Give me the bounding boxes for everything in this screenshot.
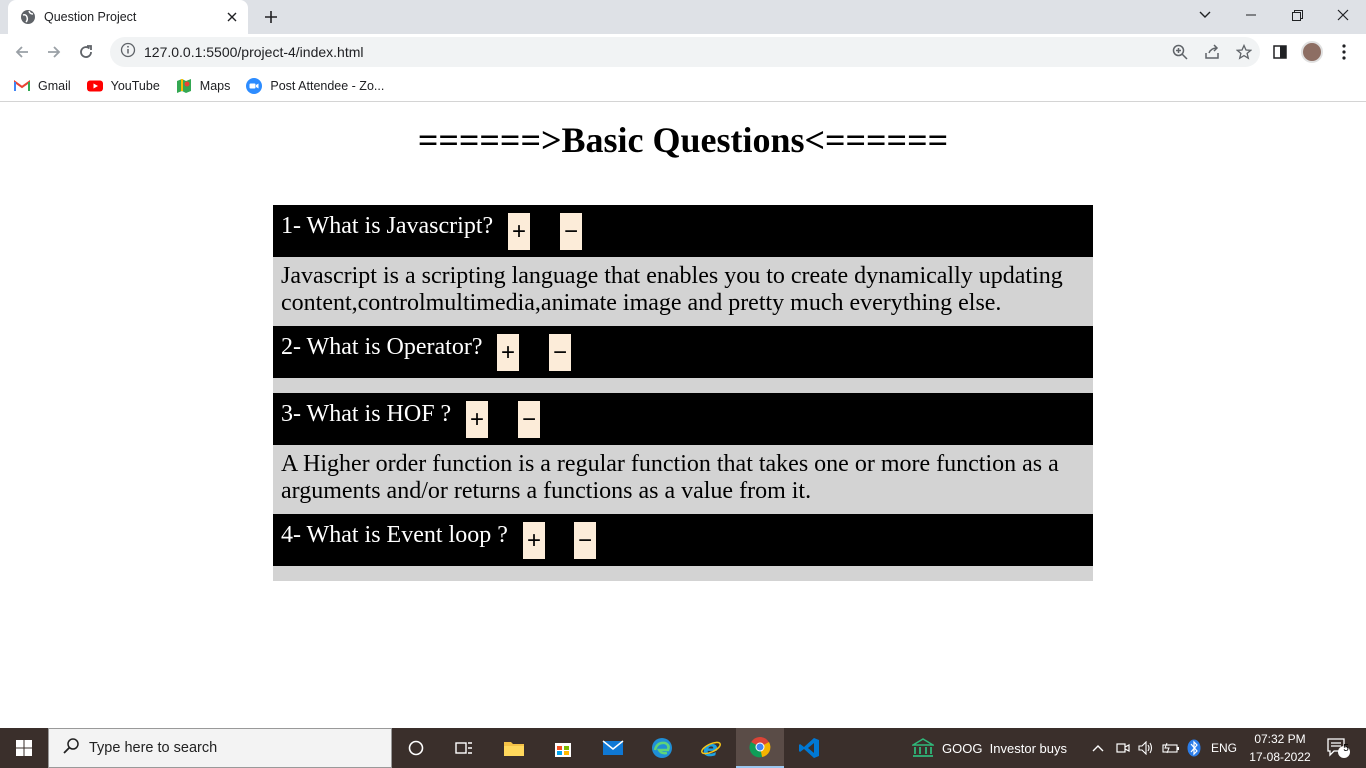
expand-plus-button[interactable]: + (508, 213, 530, 250)
tab-search-icon[interactable] (1182, 0, 1228, 30)
minimize-icon[interactable] (1228, 0, 1274, 30)
notification-center-icon[interactable]: 5 (1318, 728, 1358, 768)
bookmark-zoom[interactable]: Post Attendee - Zo... (246, 77, 385, 94)
forward-arrow-icon[interactable] (40, 38, 68, 66)
question-header: 2- What is Operator? + − (273, 326, 1093, 378)
faq-list: 1- What is Javascript? + − Javascript is… (273, 205, 1093, 581)
bookmark-youtube[interactable]: YouTube (86, 78, 160, 94)
system-clock[interactable]: 07:32 PM 17-08-2022 (1245, 730, 1315, 766)
edge-icon[interactable] (642, 728, 682, 768)
expand-plus-button[interactable]: + (466, 401, 488, 438)
maps-icon (176, 78, 192, 94)
taskbar-search-input[interactable]: Type here to search (48, 728, 392, 768)
language-indicator[interactable]: ENG (1206, 728, 1242, 768)
file-explorer-icon[interactable] (494, 728, 534, 768)
windows-start-icon[interactable] (0, 728, 48, 768)
back-arrow-icon[interactable] (8, 38, 36, 66)
windows-taskbar: Type here to search e GOOG Investor buys (0, 728, 1366, 768)
restore-icon[interactable] (1274, 0, 1320, 30)
svg-text:e: e (703, 737, 718, 759)
bank-icon (912, 738, 934, 758)
page-content: ======>Basic Questions<====== 1- What is… (0, 103, 1366, 728)
clock-time: 07:32 PM (1254, 732, 1306, 746)
news-widget[interactable]: GOOG Investor buys (912, 728, 1082, 768)
bookmarks-bar: Gmail YouTube Maps Post Attendee - Zo... (0, 70, 1366, 102)
question-text: 4- What is Event loop ? (281, 522, 508, 548)
cortana-icon[interactable] (396, 728, 436, 768)
close-tab-icon[interactable] (218, 3, 246, 31)
question-header: 4- What is Event loop ? + − (273, 514, 1093, 566)
zoom-icon (246, 77, 263, 94)
question-header: 3- What is HOF ? + − (273, 393, 1093, 445)
gmail-icon (14, 78, 30, 94)
profile-avatar[interactable] (1298, 38, 1326, 66)
answer-collapsed (273, 566, 1093, 581)
page-title: ======>Basic Questions<====== (417, 120, 949, 160)
chevron-up-icon[interactable] (1090, 728, 1106, 768)
answer-text: Javascript is a scripting language that … (273, 257, 1093, 326)
question-text: 3- What is HOF ? (281, 401, 452, 427)
question-text: 1- What is Javascript? (281, 213, 494, 239)
close-window-icon[interactable] (1320, 0, 1366, 30)
internet-explorer-icon[interactable]: e (691, 728, 731, 768)
question-text: 2- What is Operator? (281, 334, 483, 360)
bookmark-label: YouTube (110, 78, 160, 93)
collapse-minus-button[interactable]: − (574, 522, 596, 559)
search-icon (63, 737, 79, 759)
bookmark-star-icon[interactable] (1228, 37, 1260, 67)
news-text: GOOG Investor buys (942, 740, 1067, 756)
battery-icon[interactable] (1160, 728, 1182, 768)
bookmark-label: Maps (199, 78, 231, 93)
browser-tab[interactable]: Question Project (8, 0, 248, 34)
question-header: 1- What is Javascript? + − (273, 205, 1093, 257)
address-bar[interactable]: 127.0.0.1:5500/project-4/index.html (110, 37, 1260, 67)
clock-date: 17-08-2022 (1249, 750, 1311, 764)
collapse-minus-button[interactable]: − (560, 213, 582, 250)
volume-icon[interactable] (1136, 728, 1156, 768)
info-icon[interactable] (120, 42, 136, 63)
answer-collapsed (273, 378, 1093, 393)
language-text: ENG (1210, 741, 1237, 755)
microsoft-store-icon[interactable] (543, 728, 583, 768)
new-tab-button[interactable] (258, 4, 284, 30)
globe-icon (20, 9, 36, 25)
url-text: 127.0.0.1:5500/project-4/index.html (144, 44, 364, 60)
browser-toolbar: 127.0.0.1:5500/project-4/index.html (0, 34, 1366, 70)
zoom-icon[interactable] (1164, 37, 1196, 67)
task-view-icon[interactable] (444, 728, 484, 768)
collapse-minus-button[interactable]: − (549, 334, 571, 371)
expand-plus-button[interactable]: + (497, 334, 519, 371)
mail-icon[interactable] (593, 728, 633, 768)
tab-strip: Question Project (0, 0, 1366, 34)
bookmark-gmail[interactable]: Gmail (14, 78, 71, 94)
collapse-minus-button[interactable]: − (518, 401, 540, 438)
vscode-icon[interactable] (789, 728, 829, 768)
chrome-icon[interactable] (736, 728, 784, 768)
tab-title: Question Project (44, 10, 137, 24)
bookmark-maps[interactable]: Maps (176, 78, 231, 94)
bookmark-label: Gmail (38, 78, 71, 93)
search-placeholder: Type here to search (89, 740, 218, 756)
side-panel-icon[interactable] (1266, 38, 1294, 66)
expand-plus-button[interactable]: + (523, 522, 545, 559)
menu-kebab-icon[interactable] (1330, 38, 1358, 66)
bookmark-label: Post Attendee - Zo... (270, 78, 385, 93)
share-icon[interactable] (1196, 37, 1228, 67)
youtube-icon (86, 78, 103, 94)
bluetooth-icon[interactable] (1185, 728, 1203, 768)
reload-icon[interactable] (72, 38, 100, 66)
notification-count: 5 (1343, 743, 1349, 754)
answer-text: A Higher order function is a regular fun… (273, 445, 1093, 514)
meet-now-icon[interactable] (1114, 728, 1132, 768)
